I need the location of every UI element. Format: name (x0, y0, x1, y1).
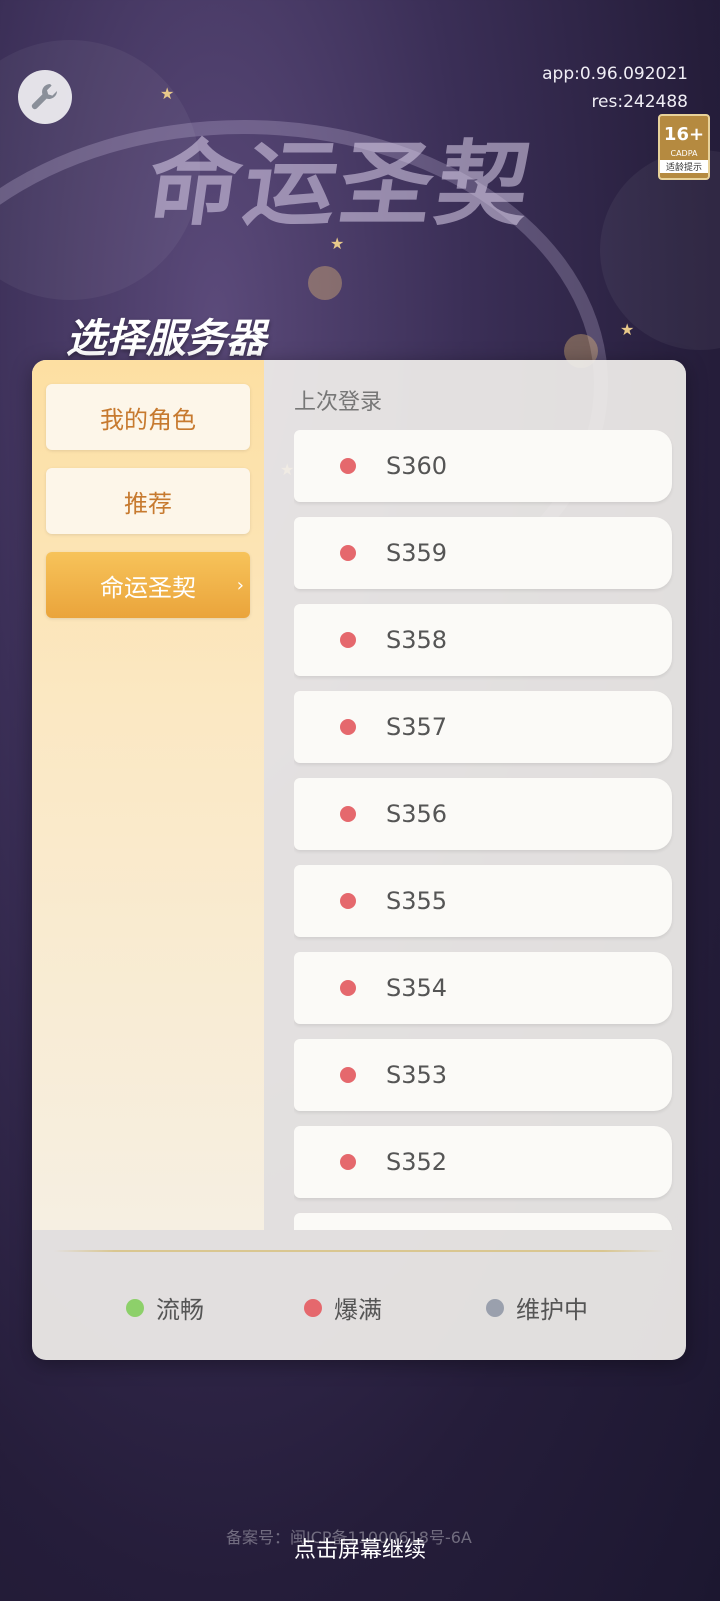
status-full-dot (304, 1298, 322, 1317)
status-full-dot (340, 1154, 356, 1170)
sidebar-item-fate-covenant[interactable]: 命运圣契 › (46, 552, 250, 618)
age-rating-tip: 适龄提示 (660, 160, 708, 173)
star-icon: ★ (330, 234, 345, 253)
legend-smooth: 流畅 (126, 1290, 204, 1325)
version-info: app:0.96.092021 res:242488 (542, 60, 688, 116)
server-row[interactable]: S353 (294, 1039, 672, 1111)
status-legend: 流畅 爆满 维护中 (32, 1290, 686, 1330)
server-row[interactable]: S352 (294, 1126, 672, 1198)
server-name: S358 (386, 626, 448, 654)
paw-icon (308, 266, 342, 300)
settings-wrench-button[interactable] (18, 70, 72, 124)
age-rating-badge: 16+ CADPA 适龄提示 (658, 114, 710, 180)
server-name: S360 (386, 452, 448, 480)
status-smooth-dot (126, 1298, 144, 1317)
server-name: S354 (386, 974, 448, 1002)
server-name: S355 (386, 887, 448, 915)
server-name: S352 (386, 1148, 448, 1176)
game-logo: 命运圣契 (141, 130, 541, 238)
wrench-icon (31, 84, 57, 110)
star-icon: ★ (160, 84, 175, 103)
server-category-sidebar: 我的角色 推荐 命运圣契 › (32, 360, 264, 1230)
legend-label: 流畅 (156, 1296, 204, 1324)
list-header: 上次登录 (294, 390, 383, 415)
chevron-right-icon: › (236, 574, 244, 596)
server-select-panel: 我的角色 推荐 命运圣契 › 上次登录 S360 S359 S358 S357 (32, 360, 686, 1360)
server-row[interactable]: S360 (294, 430, 672, 502)
status-full-dot (340, 545, 356, 561)
status-full-dot (340, 980, 356, 996)
app-version: app:0.96.092021 (542, 64, 688, 84)
res-version: res:242488 (591, 92, 688, 112)
server-row[interactable]: S354 (294, 952, 672, 1024)
age-rating-number: 16+ (663, 124, 705, 145)
server-list[interactable]: S360 S359 S358 S357 S356 S355 S354 S353 (294, 430, 686, 1230)
status-full-dot (340, 632, 356, 648)
server-name: S356 (386, 800, 448, 828)
status-full-dot (340, 1067, 356, 1083)
sidebar-item-my-roles[interactable]: 我的角色 (46, 384, 250, 450)
sidebar-item-recommended[interactable]: 推荐 (46, 468, 250, 534)
age-rating-org: CADPA (670, 149, 698, 158)
status-full-dot (340, 458, 356, 474)
status-full-dot (340, 893, 356, 909)
legend-full: 爆满 (304, 1290, 382, 1325)
status-maintenance-dot (486, 1298, 504, 1317)
tap-to-continue[interactable]: 点击屏幕继续 (0, 1532, 720, 1564)
server-name: S357 (386, 713, 448, 741)
server-row-partial[interactable] (294, 1213, 672, 1230)
star-icon: ★ (620, 320, 635, 339)
server-row[interactable]: S355 (294, 865, 672, 937)
server-row[interactable]: S359 (294, 517, 672, 589)
sidebar-item-label: 我的角色 (100, 405, 196, 434)
status-full-dot (340, 806, 356, 822)
legend-label: 维护中 (516, 1296, 588, 1324)
sidebar-item-label: 命运圣契 (100, 573, 196, 602)
legend-divider (54, 1250, 664, 1252)
legend-label: 爆满 (334, 1296, 382, 1324)
panel-title: 选择服务器 (66, 316, 266, 362)
legend-maintenance: 维护中 (486, 1290, 588, 1325)
server-row[interactable]: S356 (294, 778, 672, 850)
server-name: S353 (386, 1061, 448, 1089)
server-row[interactable]: S358 (294, 604, 672, 676)
sidebar-item-label: 推荐 (124, 489, 172, 518)
server-name: S359 (386, 539, 448, 567)
status-full-dot (340, 719, 356, 735)
server-row[interactable]: S357 (294, 691, 672, 763)
